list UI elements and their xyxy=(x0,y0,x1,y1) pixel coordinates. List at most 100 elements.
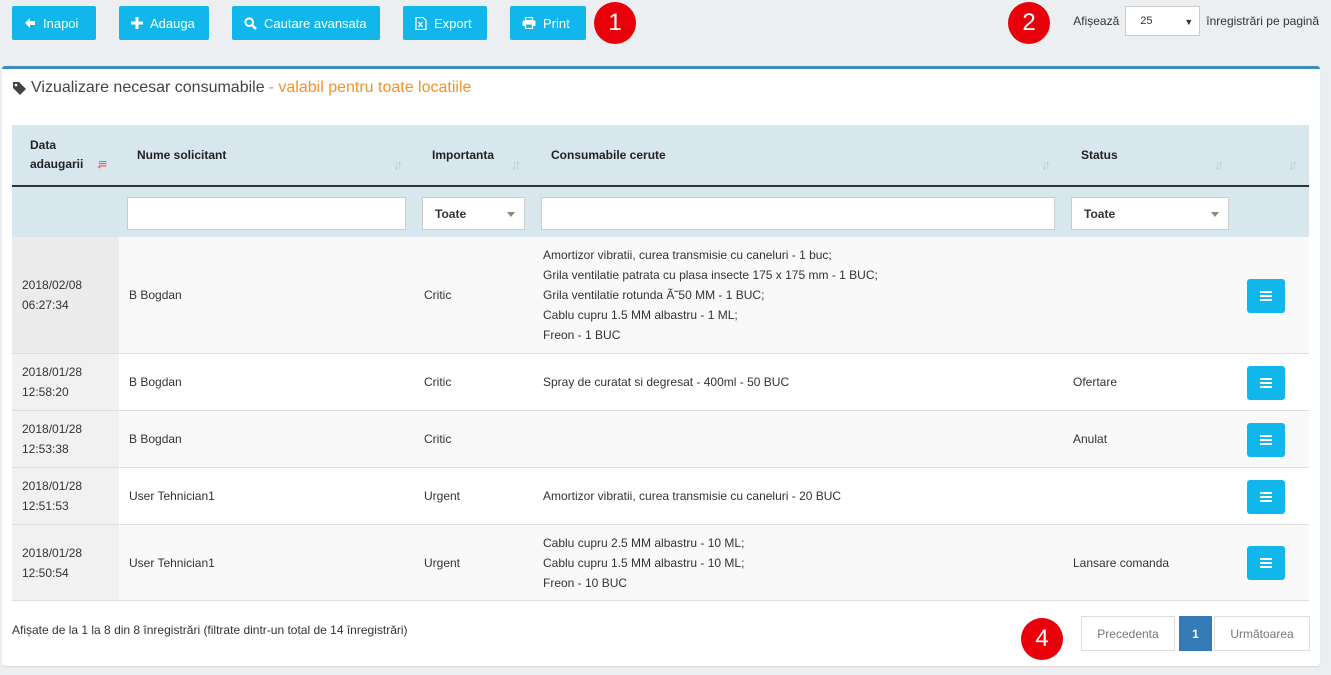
header-date-line1: Data xyxy=(30,138,57,152)
table-row: 2018/01/28 12:51:53 User Tehnician1 Urgent A… xyxy=(12,468,1309,525)
previous-page-button[interactable]: Precedenta xyxy=(1081,616,1175,651)
table-row: 2018/01/28 12:53:38 B Bogdan Critic Anulat xyxy=(12,411,1309,468)
page-1-button[interactable]: 1 xyxy=(1179,616,1212,651)
header-status[interactable]: Status xyxy=(1081,125,1118,185)
print-button-label: Print xyxy=(543,15,570,31)
requester-cell: User Tehnician1 xyxy=(129,555,215,570)
header-name[interactable]: Nume solicitant xyxy=(137,125,226,185)
page-length-control: Afișează 25 ▼ înregistrări pe pagină xyxy=(1073,6,1319,36)
date-cell: 2018/02/08 06:27:34 xyxy=(12,237,119,353)
consumables-cell: Amortizor vibratii, curea transmisie cu … xyxy=(543,468,841,524)
export-button[interactable]: Export xyxy=(403,6,487,40)
sort-icon[interactable]: ↓↑ xyxy=(393,157,403,172)
date-value: 2018/01/28 xyxy=(22,365,83,379)
advanced-search-label: Cautare avansata xyxy=(264,15,367,31)
consumables-cell: Cablu cupru 2.5 MM albastru - 10 ML; Cabl… xyxy=(543,525,744,600)
table-header: Data adaugarii ↓≡ Nume solicitant ↓↑ Imp… xyxy=(12,125,1309,187)
main-panel: Vizualizare necesar consumabile - valabi… xyxy=(2,66,1320,666)
date-cell: 2018/01/28 12:53:38 xyxy=(12,411,119,467)
menu-icon xyxy=(1260,378,1272,388)
next-page-button[interactable]: Următoarea xyxy=(1214,616,1310,651)
sort-icon[interactable]: ↓↑ xyxy=(1288,157,1298,172)
header-date[interactable]: Data adaugarii xyxy=(30,125,83,185)
page-length-label-after: înregistrări pe pagină xyxy=(1206,14,1319,28)
requester-cell: B Bogdan xyxy=(129,432,182,446)
add-button[interactable]: Adauga xyxy=(119,6,209,40)
menu-icon xyxy=(1260,291,1272,301)
date-value: 2018/01/28 xyxy=(22,422,83,436)
page-length-select[interactable]: 25 ▼ xyxy=(1125,6,1201,36)
importance-cell: Critic xyxy=(424,288,452,302)
annotation-badge-1: 1 xyxy=(594,2,636,44)
sort-icon[interactable]: ↓↑ xyxy=(1041,157,1051,172)
tag-icon xyxy=(13,81,26,95)
back-button[interactable]: Inapoi xyxy=(12,6,96,40)
add-button-label: Adauga xyxy=(150,15,195,31)
status-filter-select[interactable]: Toate xyxy=(1071,197,1229,230)
toolbar: Inapoi Adauga Cautare avansata Export Pr… xyxy=(12,6,609,40)
sort-desc-icon[interactable]: ↓≡ xyxy=(96,156,107,171)
date-cell: 2018/01/28 12:50:54 xyxy=(12,525,119,600)
table-body: 2018/02/08 06:27:34 B Bogdan Critic Amortizo… xyxy=(12,237,1309,601)
date-value: 2018/01/28 xyxy=(22,545,83,560)
page-length-value: 25 xyxy=(1140,15,1153,27)
advanced-search-button[interactable]: Cautare avansata xyxy=(232,6,380,40)
export-button-label: Export xyxy=(434,15,472,31)
consumable-line: Cablu cupru 2.5 MM albastru - 10 ML; xyxy=(543,535,745,550)
row-details-button[interactable] xyxy=(1247,546,1285,580)
date-cell: 2018/01/28 12:58:20 xyxy=(12,354,119,410)
consumable-line: Cablu cupru 1.5 MM albastru - 1 ML; xyxy=(543,308,738,322)
menu-icon xyxy=(1260,492,1272,502)
table-row: 2018/01/28 12:58:20 B Bogdan Critic Spray de… xyxy=(12,354,1309,411)
consumable-line: Amortizor vibratii, curea transmisie cu … xyxy=(543,248,832,262)
caret-down-icon: ▼ xyxy=(1184,17,1194,27)
menu-icon xyxy=(1260,435,1272,445)
importance-cell: Critic xyxy=(424,432,452,446)
plus-icon xyxy=(131,17,143,29)
status-cell: Lansare comanda xyxy=(1073,555,1170,570)
importance-filter-select[interactable]: Toate xyxy=(422,197,525,230)
requester-cell: B Bogdan xyxy=(129,288,182,302)
menu-icon xyxy=(1260,558,1272,568)
page-subtitle: - valabil pentru toate locatiile xyxy=(268,79,472,96)
filter-row: Toate Toate xyxy=(12,187,1309,237)
row-details-button[interactable] xyxy=(1247,423,1285,457)
requester-cell: User Tehnician1 xyxy=(129,489,215,503)
caret-down-icon xyxy=(1211,212,1219,217)
importance-cell: Urgent xyxy=(424,555,461,570)
table-row: 2018/01/28 12:50:54 User Tehnician1 Urgent C… xyxy=(12,525,1309,601)
consumable-line: Spray de curatat si degresat - 400ml - 5… xyxy=(543,375,790,389)
consumable-line: Freon - 1 BUC xyxy=(543,328,621,342)
sort-icon[interactable]: ↓↑ xyxy=(511,157,521,172)
row-details-button[interactable] xyxy=(1247,480,1285,514)
table-row: 2018/02/08 06:27:34 B Bogdan Critic Amortizo… xyxy=(12,237,1309,354)
importance-filter-value: Toate xyxy=(435,206,467,221)
consumables-cell: Spray de curatat si degresat - 400ml - 5… xyxy=(543,354,789,410)
time-value: 12:58:20 xyxy=(22,385,69,399)
header-importance[interactable]: Importanta xyxy=(432,125,494,185)
row-details-button[interactable] xyxy=(1247,279,1285,313)
consumables-filter-input[interactable] xyxy=(541,197,1055,230)
page-length-label-before: Afișează xyxy=(1073,14,1120,28)
annotation-badge-4: 4 xyxy=(1021,618,1063,660)
table-info: Afișate de la 1 la 8 din 8 înregistrări … xyxy=(12,623,408,637)
time-value: 06:27:34 xyxy=(22,298,69,312)
date-value: 2018/02/08 xyxy=(22,278,83,292)
consumable-line: Grila ventilatie patrata cu plasa insect… xyxy=(543,268,878,282)
back-button-label: Inapoi xyxy=(43,15,79,31)
time-value: 12:50:54 xyxy=(22,565,69,580)
status-cell: Ofertare xyxy=(1073,375,1118,389)
sort-icon[interactable]: ↓↑ xyxy=(1214,157,1224,172)
annotation-badge-2: 2 xyxy=(1008,2,1050,44)
status-cell: Anulat xyxy=(1073,432,1108,446)
row-details-button[interactable] xyxy=(1247,366,1285,400)
consumable-line: Cablu cupru 1.5 MM albastru - 10 ML; xyxy=(543,555,745,570)
page-title-text: Vizualizare necesar consumabile xyxy=(31,79,265,96)
arrow-left-icon xyxy=(24,17,36,29)
importance-cell: Critic xyxy=(424,375,452,389)
printer-icon xyxy=(522,17,536,29)
header-consumables[interactable]: Consumabile cerute xyxy=(551,125,666,185)
print-button[interactable]: Print xyxy=(510,6,586,40)
search-icon xyxy=(244,16,257,30)
name-filter-input[interactable] xyxy=(127,197,406,230)
